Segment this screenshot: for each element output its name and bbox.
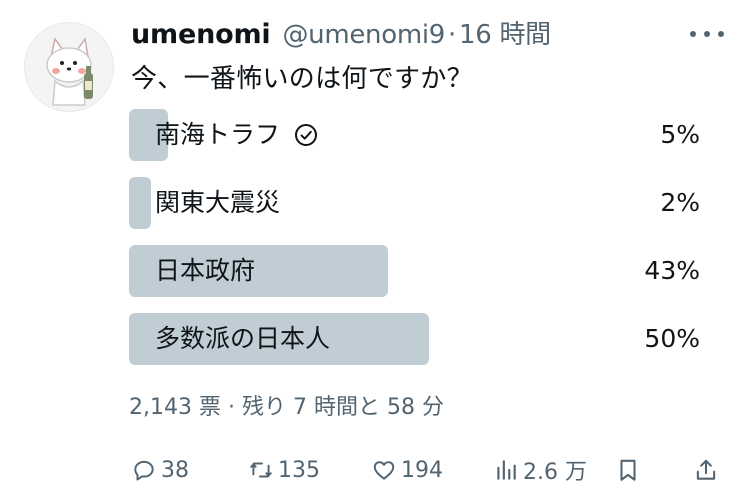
poll-option-label-wrap: 日本政府 xyxy=(155,245,255,297)
share-button[interactable] xyxy=(693,452,723,488)
poll-option-label: 日本政府 xyxy=(155,256,256,285)
poll: 南海トラフ 5% 関東大震災 2% 日本政府 43% 多数派の日本人 50% xyxy=(129,109,704,381)
avatar[interactable] xyxy=(24,22,114,112)
meta-separator: · xyxy=(227,395,235,420)
retweet-count: 135 xyxy=(278,457,320,483)
poll-option-label: 南海トラフ xyxy=(155,120,281,149)
poll-option-label: 関東大震災 xyxy=(155,188,281,217)
poll-option-percent: 2% xyxy=(660,188,700,217)
check-circle-icon xyxy=(295,124,318,146)
bookmark-button[interactable] xyxy=(615,452,645,488)
poll-meta: 2,143 票 · 残り 7 時間と 58 分 xyxy=(129,389,444,421)
poll-option-label-wrap: 多数派の日本人 xyxy=(155,313,330,365)
view-count: 2.6 万 xyxy=(523,460,587,485)
poll-option-percent: 5% xyxy=(660,120,700,149)
more-horizontal-icon xyxy=(690,31,696,37)
tweet-text: 今、一番怖いのは何ですか？ xyxy=(131,64,473,94)
poll-option[interactable]: 多数派の日本人 50% xyxy=(129,313,704,365)
poll-option[interactable]: 日本政府 43% xyxy=(129,245,704,297)
vote-count: 2,143 票 xyxy=(129,395,221,420)
like-count: 194 xyxy=(401,457,443,483)
timestamp[interactable]: 16 時間 xyxy=(459,20,551,50)
views-button[interactable]: 2.6 万 xyxy=(493,452,587,488)
action-bar: 38 135 194 2.6 万 xyxy=(131,452,721,488)
views-icon xyxy=(497,460,516,480)
poll-result-bar xyxy=(129,177,151,229)
poll-option-label: 多数派の日本人 xyxy=(155,324,331,353)
user-handle: @umenomi9 · 16 時間 xyxy=(282,14,551,51)
display-name[interactable]: umenomi xyxy=(131,19,271,50)
heart-icon xyxy=(373,461,395,480)
more-options-button[interactable] xyxy=(690,20,724,48)
poll-option-percent: 43% xyxy=(644,256,700,285)
poll-option-percent: 50% xyxy=(644,324,700,353)
share-icon xyxy=(696,459,716,480)
retweet-button[interactable]: 135 xyxy=(248,452,320,488)
bookmark-icon xyxy=(620,459,636,481)
poll-option[interactable]: 関東大震災 2% xyxy=(129,177,704,229)
avatar-dog-image xyxy=(25,23,113,111)
like-button[interactable]: 194 xyxy=(371,452,443,488)
retweet-icon xyxy=(250,462,272,478)
reply-count: 38 xyxy=(161,457,189,483)
tweet-header: umenomi @umenomi9 · 16 時間 xyxy=(131,14,551,54)
handle-time-separator: · xyxy=(448,20,456,50)
reply-button[interactable]: 38 xyxy=(131,452,189,488)
poll-option[interactable]: 南海トラフ 5% xyxy=(129,109,704,161)
poll-option-label-wrap: 南海トラフ xyxy=(155,109,318,161)
reply-icon xyxy=(134,460,154,481)
poll-option-label-wrap: 関東大震災 xyxy=(155,177,280,229)
handle-text[interactable]: @umenomi9 xyxy=(282,20,445,50)
time-remaining: 残り 7 時間と 58 分 xyxy=(241,395,444,420)
